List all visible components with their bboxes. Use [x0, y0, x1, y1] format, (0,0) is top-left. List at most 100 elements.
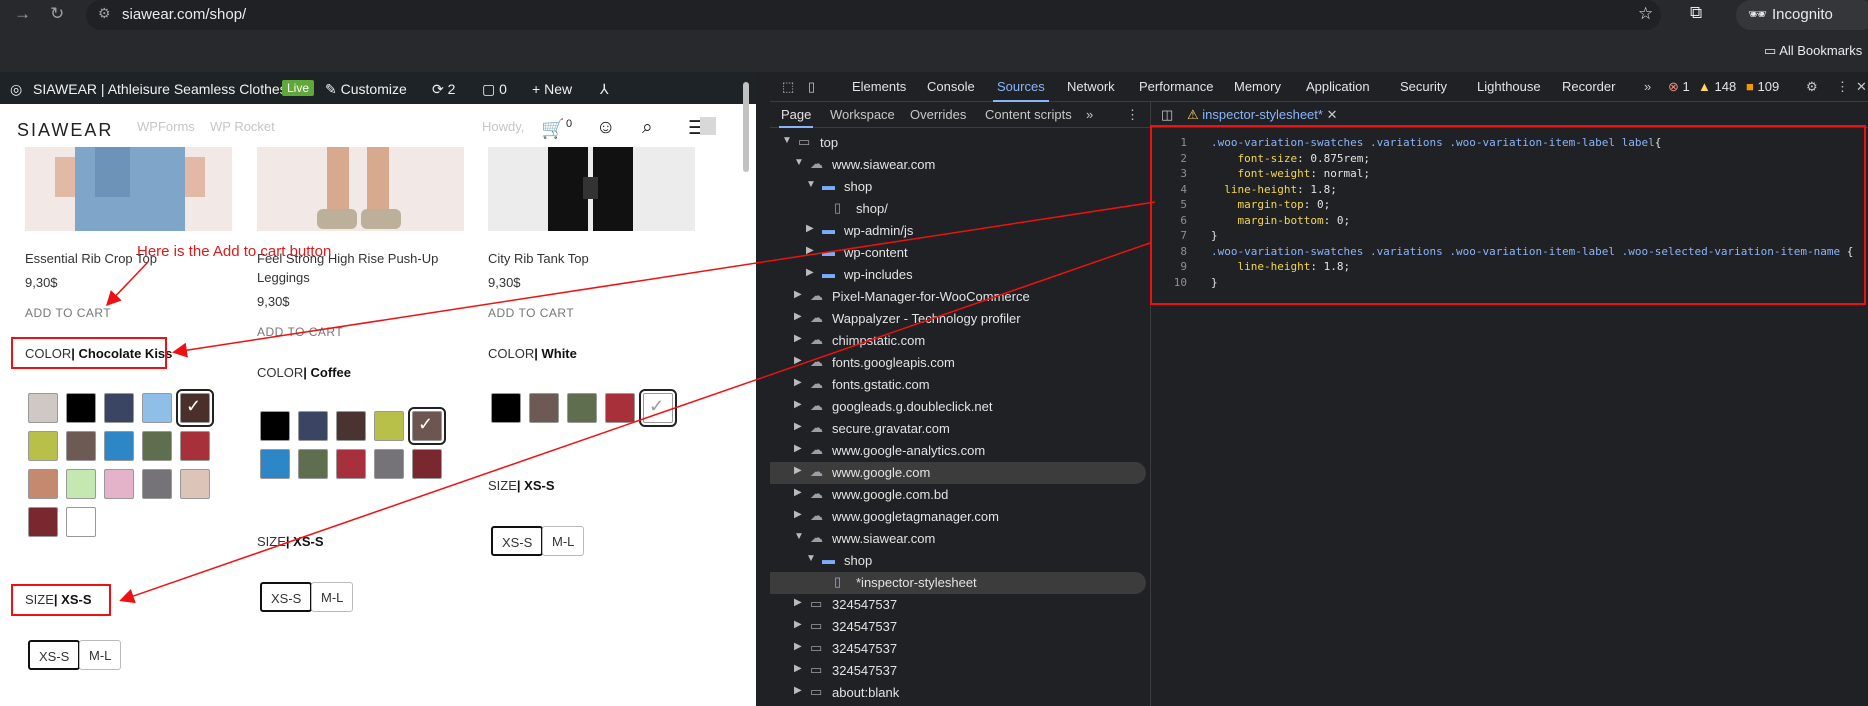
size-button-3-xs-s[interactable]: XS-S: [491, 526, 544, 556]
tab-performance[interactable]: Performance: [1139, 79, 1213, 94]
toggle-navigator-icon[interactable]: ◫: [1161, 107, 1173, 123]
tree-node[interactable]: ▶ ☁ Wappalyzer - Technology profiler: [770, 308, 1146, 330]
bookmark-star-icon[interactable]: ☆: [1638, 4, 1653, 24]
color-swatch[interactable]: ✓: [408, 407, 446, 445]
tab-lighthouse[interactable]: Lighthouse: [1477, 79, 1541, 94]
color-swatch[interactable]: [104, 393, 134, 423]
color-swatch[interactable]: [66, 507, 96, 537]
product-image-2[interactable]: [257, 147, 464, 231]
tree-node[interactable]: ▶ ▭ 324547537: [770, 638, 1146, 660]
color-swatch[interactable]: [142, 431, 172, 461]
extensions-icon[interactable]: ⧉: [1690, 3, 1702, 23]
tab-console[interactable]: Console: [927, 79, 975, 94]
add-to-cart-button-2[interactable]: ADD TO CART: [257, 325, 343, 339]
color-swatch[interactable]: [298, 411, 328, 441]
color-swatch[interactable]: [260, 411, 290, 441]
tab-elements[interactable]: Elements: [852, 79, 906, 94]
collapsed-arrow-icon[interactable]: ▶: [794, 377, 802, 388]
tree-node[interactable]: ▯ *inspector-stylesheet: [770, 572, 1146, 594]
panel-divider[interactable]: [756, 72, 770, 706]
collapsed-arrow-icon[interactable]: ▶: [794, 685, 802, 696]
size-button-1-xs-s[interactable]: XS-S: [28, 640, 81, 670]
tree-node[interactable]: ▶ ▬ wp-admin/js: [770, 220, 1146, 242]
subtab-workspace[interactable]: Workspace: [830, 107, 895, 122]
collapsed-arrow-icon[interactable]: ▶: [794, 311, 802, 322]
collapsed-arrow-icon[interactable]: ▶: [794, 465, 802, 476]
tree-node[interactable]: ▼ ▬ shop: [770, 550, 1146, 572]
expanded-arrow-icon[interactable]: ▼: [806, 179, 816, 190]
collapsed-arrow-icon[interactable]: ▶: [794, 641, 802, 652]
color-swatch[interactable]: [66, 469, 96, 499]
tab-network[interactable]: Network: [1067, 79, 1115, 94]
color-swatch[interactable]: [298, 449, 328, 479]
color-swatch[interactable]: [529, 393, 559, 423]
color-swatch[interactable]: [142, 393, 172, 423]
tree-node[interactable]: ▶ ☁ chimpstatic.com: [770, 330, 1146, 352]
color-swatch[interactable]: [567, 393, 597, 423]
issue-count[interactable]: ■ 109: [1746, 79, 1779, 94]
color-swatch[interactable]: [180, 469, 210, 499]
expanded-arrow-icon[interactable]: ▼: [782, 135, 792, 146]
size-button-2-m-l[interactable]: M-L: [311, 582, 354, 612]
expanded-arrow-icon[interactable]: ▼: [794, 531, 804, 542]
tree-node[interactable]: ▶ ☁ secure.gravatar.com: [770, 418, 1146, 440]
device-toolbar-icon[interactable]: ▯: [808, 79, 815, 95]
collapsed-arrow-icon[interactable]: ▶: [794, 487, 802, 498]
tab-memory[interactable]: Memory: [1234, 79, 1281, 94]
collapsed-arrow-icon[interactable]: ▶: [794, 509, 802, 520]
tree-node[interactable]: ▶ ▭ about:blank: [770, 682, 1146, 704]
collapsed-arrow-icon[interactable]: ▶: [806, 267, 814, 278]
more-tabs-icon[interactable]: »: [1644, 79, 1651, 94]
tree-node[interactable]: ▶ ☁ googleads.g.doubleclick.net: [770, 396, 1146, 418]
tab-security[interactable]: Security: [1400, 79, 1447, 94]
cart-icon[interactable]: 🛒: [541, 117, 565, 141]
forward-icon[interactable]: →: [14, 4, 31, 24]
tree-node[interactable]: ▶ ☁ www.google.com.bd: [770, 484, 1146, 506]
add-to-cart-button-3[interactable]: ADD TO CART: [488, 306, 574, 320]
color-swatch[interactable]: [336, 411, 366, 441]
search-icon[interactable]: ⌕: [642, 117, 653, 139]
tree-node[interactable]: ▶ ☁ www.google.com: [770, 462, 1146, 484]
subtab-page[interactable]: Page: [778, 107, 814, 128]
color-swatch[interactable]: [412, 449, 442, 479]
size-button-3-m-l[interactable]: M-L: [542, 526, 585, 556]
kebab-menu-icon[interactable]: ⋮: [1836, 79, 1849, 95]
product-image-3[interactable]: [488, 147, 695, 231]
tab-application[interactable]: Application: [1306, 79, 1370, 94]
collapsed-arrow-icon[interactable]: ▶: [794, 289, 802, 300]
inspect-icon[interactable]: ⬚: [782, 79, 794, 95]
color-swatch[interactable]: [28, 431, 58, 461]
account-icon[interactable]: ☺: [596, 117, 615, 139]
tree-node[interactable]: ▶ ▬ wp-includes: [770, 264, 1146, 286]
product-title-3[interactable]: City Rib Tank Top: [488, 249, 589, 268]
close-devtools-icon[interactable]: ✕: [1856, 79, 1867, 95]
wp-logo-icon[interactable]: ◎: [10, 81, 22, 98]
color-swatch[interactable]: ✓: [639, 389, 677, 427]
collapsed-arrow-icon[interactable]: ▶: [794, 663, 802, 674]
color-swatch[interactable]: [104, 431, 134, 461]
admin-site-name[interactable]: SIAWEAR | Athleisure Seamless Clothes: [33, 81, 287, 97]
collapsed-arrow-icon[interactable]: ▶: [794, 355, 802, 366]
tree-node[interactable]: ▶ ▭ 324547537: [770, 616, 1146, 638]
all-bookmarks[interactable]: ▭ All Bookmarks: [1764, 43, 1862, 59]
size-button-1-m-l[interactable]: M-L: [79, 640, 122, 670]
color-swatch[interactable]: [260, 449, 290, 479]
editor-tab-inspector-stylesheet[interactable]: ⚠ inspector-stylesheet* ✕: [1187, 107, 1337, 123]
expanded-arrow-icon[interactable]: ▼: [794, 157, 804, 168]
color-swatch[interactable]: [104, 469, 134, 499]
size-button-2-xs-s[interactable]: XS-S: [260, 582, 313, 612]
site-logo[interactable]: SIAWEAR: [17, 120, 113, 141]
tree-node[interactable]: ▶ ▭ 324547537: [770, 660, 1146, 682]
collapsed-arrow-icon[interactable]: ▶: [794, 443, 802, 454]
collapsed-arrow-icon[interactable]: ▶: [806, 245, 814, 256]
updates-link[interactable]: ⟳ 2: [432, 81, 455, 98]
color-swatch[interactable]: [28, 469, 58, 499]
tab-recorder[interactable]: Recorder: [1562, 79, 1615, 94]
add-to-cart-button-1[interactable]: ADD TO CART: [25, 306, 111, 320]
color-swatch[interactable]: [142, 469, 172, 499]
collapsed-arrow-icon[interactable]: ▶: [794, 619, 802, 630]
new-link[interactable]: + New: [532, 81, 572, 97]
expanded-arrow-icon[interactable]: ▼: [806, 553, 816, 564]
tree-node[interactable]: ▶ ☁ Pixel-Manager-for-WooCommerce: [770, 286, 1146, 308]
collapsed-arrow-icon[interactable]: ▶: [794, 399, 802, 410]
